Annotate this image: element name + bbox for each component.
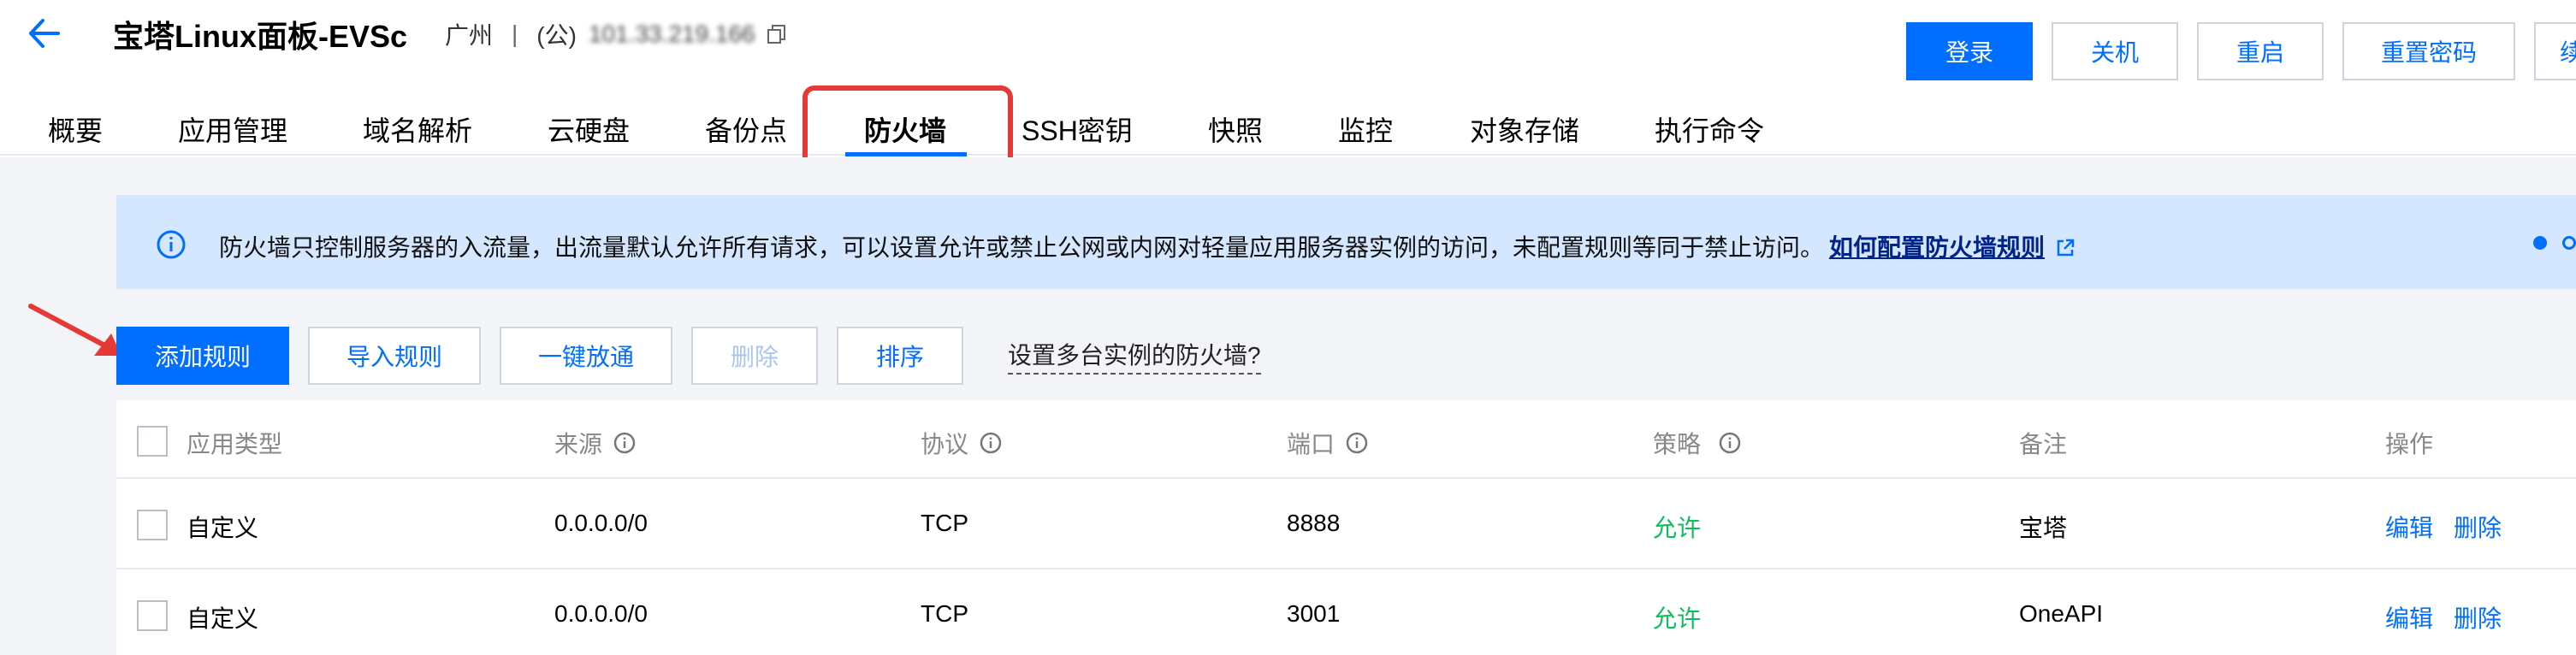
cell-note: 宝塔 <box>2019 515 2068 541</box>
ip-type-label: (公) <box>536 22 577 49</box>
instance-actions: 登录 关机 重启 重置密码 续 <box>1906 22 2576 80</box>
tab-ssh-keys[interactable]: SSH密钥 <box>1022 109 1133 149</box>
help-circle-icon[interactable] <box>613 431 637 455</box>
cell-type: 自定义 <box>187 605 259 632</box>
firewall-page: 宝塔Linux面板-EVSc 广州 | (公) 101.33.219.166 登… <box>0 0 2576 655</box>
help-circle-icon[interactable] <box>1345 431 1369 455</box>
row-checkbox[interactable] <box>137 600 168 631</box>
cell-policy: 允许 <box>1653 515 1702 541</box>
sort-rules-button[interactable]: 排序 <box>837 327 963 385</box>
column-header-note: 备注 <box>2019 431 2068 457</box>
help-circle-icon[interactable] <box>1718 431 1742 455</box>
instance-meta: 广州 | (公) 101.33.219.166 <box>445 17 788 51</box>
carousel-dots <box>2533 236 2576 250</box>
tab-domain-resolution[interactable]: 域名解析 <box>363 109 472 149</box>
row-checkbox[interactable] <box>137 510 168 540</box>
help-circle-icon[interactable] <box>979 431 1003 455</box>
one-click-release-button[interactable]: 一键放通 <box>500 327 672 385</box>
delete-rule-link[interactable]: 删除 <box>2454 510 2502 544</box>
external-link-icon[interactable] <box>2055 238 2076 258</box>
tab-cloud-disk[interactable]: 云硬盘 <box>548 109 630 149</box>
notice-text-wrap: 防火墙只控制服务器的入流量，出流量默认允许所有请求，可以设置允许或禁止公网或内网… <box>219 229 2076 263</box>
meta-separator: | <box>512 21 518 47</box>
renew-button[interactable]: 续 <box>2534 22 2576 80</box>
cell-protocol: TCP <box>921 510 968 536</box>
table-row: 自定义 0.0.0.0/0 TCP 8888 允许 宝塔 编辑 删除 <box>116 479 2576 569</box>
cell-policy: 允许 <box>1653 605 1702 632</box>
tab-object-storage[interactable]: 对象存储 <box>1470 109 1579 149</box>
restart-button[interactable]: 重启 <box>2197 22 2324 80</box>
delete-rule-link[interactable]: 删除 <box>2454 600 2502 634</box>
firewall-help-link[interactable]: 如何配置防火墙规则 <box>1829 234 2045 261</box>
carousel-dot-active[interactable] <box>2533 236 2547 250</box>
reset-password-button[interactable]: 重置密码 <box>2342 22 2515 80</box>
tab-app-management[interactable]: 应用管理 <box>178 109 287 149</box>
cell-source: 0.0.0.0/0 <box>554 600 648 627</box>
notice-text: 防火墙只控制服务器的入流量，出流量默认允许所有请求，可以设置允许或禁止公网或内网… <box>219 234 1825 261</box>
cell-type: 自定义 <box>187 515 259 541</box>
copy-icon[interactable] <box>766 23 788 45</box>
shutdown-button[interactable]: 关机 <box>2052 22 2178 80</box>
edit-rule-link[interactable]: 编辑 <box>2385 510 2433 544</box>
select-all-checkbox[interactable] <box>137 426 168 457</box>
tab-bar: 概要 应用管理 域名解析 云硬盘 备份点 防火墙 SSH密钥 快照 监控 对象存… <box>0 94 2576 156</box>
column-header-policy: 策略 <box>1653 426 1742 460</box>
cell-actions: 编辑 删除 <box>2385 510 2522 544</box>
login-button[interactable]: 登录 <box>1906 22 2033 80</box>
back-arrow-icon[interactable] <box>24 14 63 53</box>
firewall-notice: 防火墙只控制服务器的入流量，出流量默认允许所有请求，可以设置允许或禁止公网或内网… <box>116 195 2576 289</box>
column-header-protocol: 协议 <box>921 426 1003 460</box>
table-row: 自定义 0.0.0.0/0 TCP 3001 允许 OneAPI 编辑 删除 <box>116 569 2576 655</box>
delete-rules-button: 删除 <box>691 327 818 385</box>
import-rules-button[interactable]: 导入规则 <box>308 327 481 385</box>
tab-monitoring[interactable]: 监控 <box>1338 109 1393 149</box>
cell-protocol: TCP <box>921 600 968 627</box>
cell-actions: 编辑 删除 <box>2385 600 2522 634</box>
multi-instance-firewall-link[interactable]: 设置多台实例的防火墙? <box>1008 337 1261 375</box>
tab-run-command[interactable]: 执行命令 <box>1655 109 1764 149</box>
info-icon <box>157 230 186 259</box>
instance-name: 宝塔Linux面板-EVSc <box>113 19 408 54</box>
instance-header: 宝塔Linux面板-EVSc 广州 | (公) 101.33.219.166 登… <box>0 0 2576 94</box>
firewall-content: 防火墙只控制服务器的入流量，出流量默认允许所有请求，可以设置允许或禁止公网或内网… <box>0 157 2576 655</box>
add-rule-button[interactable]: 添加规则 <box>116 327 289 385</box>
carousel-dot[interactable] <box>2562 236 2576 250</box>
tab-overview[interactable]: 概要 <box>48 109 103 149</box>
cell-note: OneAPI <box>2019 600 2104 627</box>
tab-backup[interactable]: 备份点 <box>705 109 787 149</box>
tab-snapshot[interactable]: 快照 <box>1208 109 1263 149</box>
rule-toolbar: 添加规则 导入规则 一键放通 删除 排序 设置多台实例的防火墙? <box>116 327 1261 385</box>
firewall-rules-table: 应用类型 来源 协议 端口 策略 备注 操作 自定义 0.0.0.0/0 TCP… <box>116 400 2576 655</box>
table-header: 应用类型 来源 协议 端口 策略 备注 操作 <box>116 400 2576 479</box>
cell-port: 3001 <box>1287 600 1341 627</box>
column-header-port: 端口 <box>1287 426 1369 460</box>
edit-rule-link[interactable]: 编辑 <box>2385 600 2433 634</box>
cell-port: 8888 <box>1287 510 1341 536</box>
column-header-actions: 操作 <box>2385 431 2434 457</box>
column-header-source: 来源 <box>554 426 637 460</box>
cell-source: 0.0.0.0/0 <box>554 510 648 536</box>
region-label: 广州 <box>445 22 494 49</box>
column-header-type: 应用类型 <box>187 431 283 457</box>
public-ip-value: 101.33.219.166 <box>588 21 755 47</box>
